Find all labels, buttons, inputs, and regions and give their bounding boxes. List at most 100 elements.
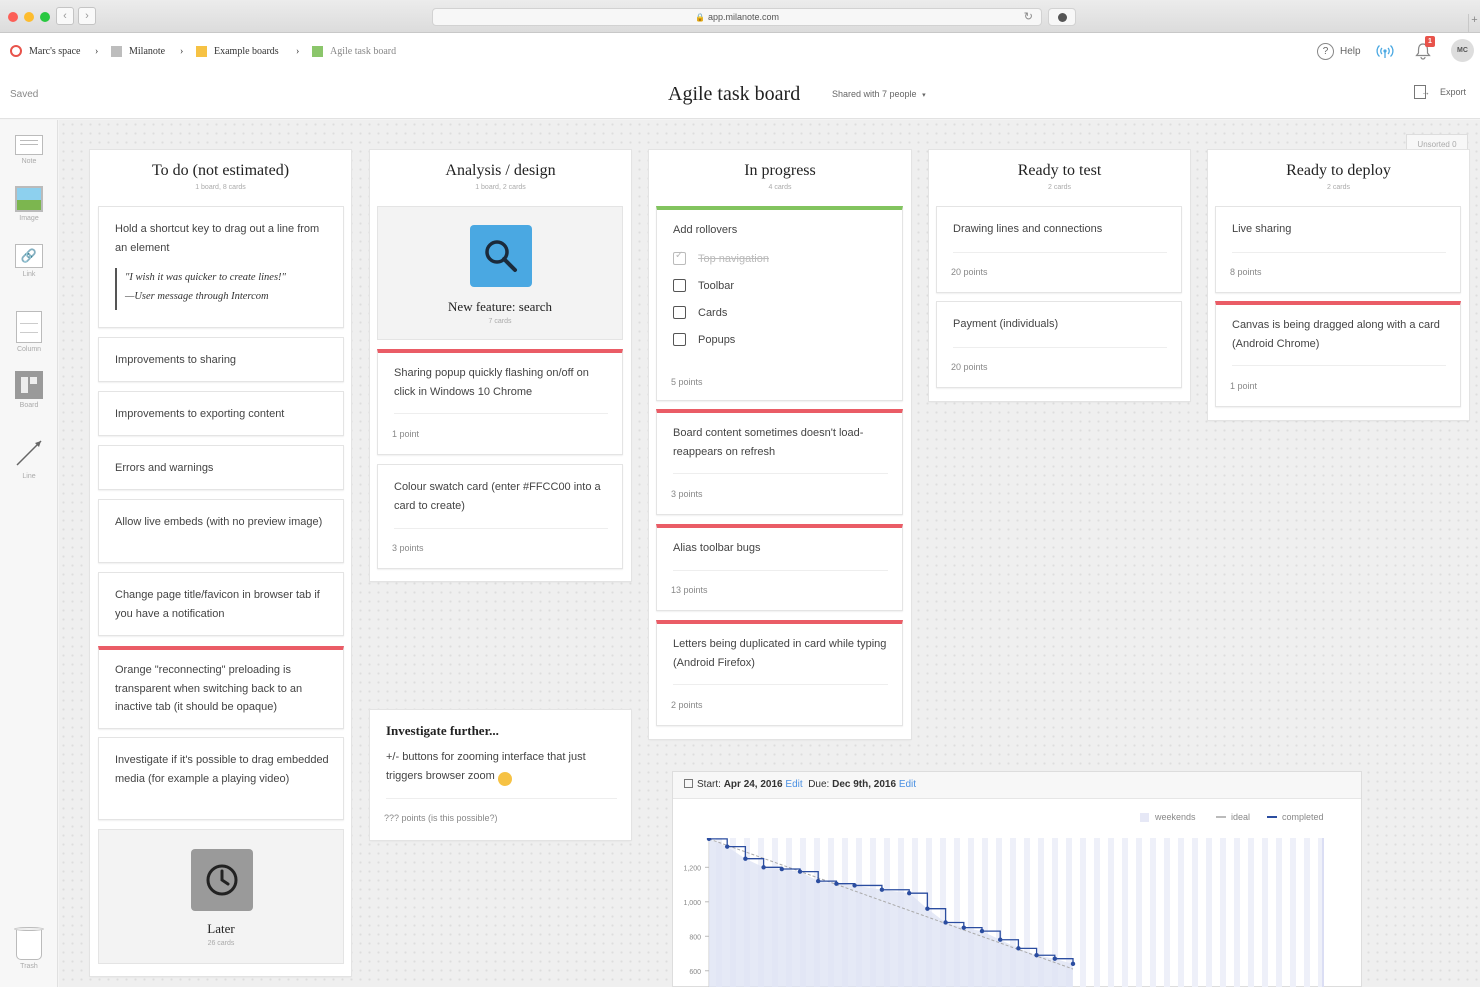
tool-label: Line [22,473,36,480]
board-tool[interactable]: Board [0,371,58,409]
back-button[interactable]: ‹ [56,7,74,25]
checkbox-checked[interactable]: ✓ [673,250,686,265]
maximize-window-button[interactable] [40,12,50,22]
broadcast-icon [1376,45,1394,58]
column-subtitle: 2 cards [1327,184,1350,191]
user-avatar[interactable]: MC [1451,39,1474,62]
breadcrumb-item-agile-task-board[interactable]: Agile task board [312,44,396,58]
breadcrumb-item-example-boards[interactable]: Example boards [196,44,279,58]
task-card[interactable]: Allow live embeds (with no preview image… [98,499,344,563]
address-bar[interactable]: 🔒 app.milanote.com ↻ [432,8,1042,26]
task-card[interactable]: Colour swatch card (enter #FFCC00 into a… [377,464,623,569]
line-tool[interactable]: Line [0,438,58,480]
new-tab-button[interactable]: + [1468,14,1480,32]
burndown-plot: 1,200 1,000 800 600 [683,838,1324,987]
legend-weekends: weekends [1140,812,1196,822]
task-card-in-progress[interactable]: Add rollovers ✓ Top navigation Toolbar C… [656,206,903,401]
checklist-item[interactable]: Popups [673,333,735,346]
checklist-item[interactable]: ✓ Top navigation [673,250,769,265]
close-window-button[interactable] [8,12,18,22]
completed-point [961,925,966,930]
task-card-bug[interactable]: Canvas is being dragged along with a car… [1215,301,1461,407]
edit-start-link[interactable]: Edit [785,779,802,790]
column-title[interactable]: Investigate further... [386,723,499,739]
column-title[interactable]: Ready to test [929,162,1190,180]
board-subtitle: 7 cards [488,318,512,325]
card-text-body: +/- buttons for zooming interface that j… [386,751,586,782]
trash-tool[interactable]: Trash [0,927,58,970]
completed-point [979,928,985,934]
task-card[interactable]: Payment (individuals) 20 points [936,301,1182,388]
burndown-chart-card[interactable]: Start: Apr 24, 2016 Edit Due: Dec 9th, 2… [672,771,1362,987]
url-text: app.milanote.com [707,12,779,22]
share-dropdown[interactable]: Shared with 7 people ▾ [832,89,926,99]
card-points: ??? points (is this possible?) [384,813,498,823]
task-card[interactable]: Improvements to exporting content [98,391,344,436]
column-todo[interactable]: To do (not estimated) 1 board, 8 cards H… [90,150,351,976]
clock-icon [191,849,253,911]
tool-label: Column [16,346,42,353]
breadcrumb-item-marcs-space[interactable]: Marc's space [10,44,81,58]
column-title[interactable]: In progress [649,162,911,180]
completed-point [879,887,885,892]
weekend-band [1304,838,1310,987]
task-card[interactable]: Investigate if it's possible to drag emb… [98,737,344,820]
forward-button[interactable]: › [78,7,96,25]
column-title[interactable]: Ready to deploy [1208,162,1469,180]
help-button[interactable]: ? Help [1317,41,1361,61]
board-card-later[interactable]: Later 26 cards [98,829,344,964]
card-divider [386,798,617,799]
task-card-bug[interactable]: Sharing popup quickly flashing on/off on… [377,349,623,455]
checklist-item[interactable]: Toolbar [673,279,734,292]
reload-icon[interactable]: ↻ [1024,11,1033,23]
task-card-bug[interactable]: Orange "reconnecting" preloading is tran… [98,646,344,729]
card-text: Errors and warnings [115,462,214,474]
card-text: Improvements to sharing [115,354,237,366]
column-title[interactable]: Analysis / design [370,162,631,180]
link-tool[interactable]: 🔗 Link [0,244,58,278]
task-card-bug[interactable]: Board content sometimes doesn't load- re… [656,409,903,515]
task-card[interactable]: Improvements to sharing [98,337,344,382]
notifications-button[interactable]: 1 [1414,36,1435,61]
board-card-search[interactable]: New feature: search 7 cards [377,206,623,340]
task-card[interactable]: Live sharing 8 points [1215,206,1461,293]
board-icon [15,371,43,399]
task-card-bug[interactable]: Letters being duplicated in card while t… [656,620,903,726]
task-card-bug[interactable]: Alias toolbar bugs 13 points [656,524,903,611]
column-title[interactable]: To do (not estimated) [90,162,351,180]
breadcrumb-item-milanote[interactable]: Milanote [111,44,165,58]
column-investigate-further[interactable]: Investigate further... +/- buttons for z… [370,710,631,840]
card-text: Allow live embeds (with no preview image… [115,516,323,528]
completed-point [1034,953,1039,958]
task-card[interactable]: Change page title/favicon in browser tab… [98,572,344,636]
board-title: New feature: search [448,299,552,314]
edit-due-link[interactable]: Edit [899,779,916,790]
card-divider [673,684,888,685]
column-ready-to-test[interactable]: Ready to test 2 cards Drawing lines and … [929,150,1190,401]
tool-label: Board [19,402,39,409]
live-status-button[interactable] [1376,41,1394,61]
column-ready-to-deploy[interactable]: Ready to deploy 2 cards Live sharing 8 p… [1208,150,1469,420]
checklist-label: Top navigation [698,252,769,265]
checkbox[interactable] [673,333,686,346]
weekend-band [1136,838,1142,987]
column-subtitle: 1 board, 8 cards [195,184,246,191]
column-in-progress[interactable]: In progress 4 cards Add rollovers ✓ Top … [649,150,911,739]
task-card[interactable]: Drawing lines and connections 20 points [936,206,1182,293]
export-button[interactable]: → Export [1414,85,1466,99]
checkbox[interactable] [673,306,686,319]
card-text: Improvements to exporting content [115,408,285,420]
page-title[interactable]: Agile task board [668,83,800,106]
minimize-window-button[interactable] [24,12,34,22]
column-tool[interactable]: Column [0,311,58,353]
weekend-band [1108,838,1114,987]
checklist-item[interactable]: Cards [673,306,727,319]
column-analysis-design[interactable]: Analysis / design 1 board, 2 cards New f… [370,150,631,581]
task-card[interactable]: Errors and warnings [98,445,344,490]
download-button[interactable] [1048,8,1076,26]
task-card[interactable]: Hold a shortcut key to drag out a line f… [98,206,344,328]
weekend-band [1290,838,1296,987]
note-tool[interactable]: Note [0,135,58,165]
checkbox[interactable] [673,279,686,292]
image-tool[interactable]: Image [0,186,58,222]
